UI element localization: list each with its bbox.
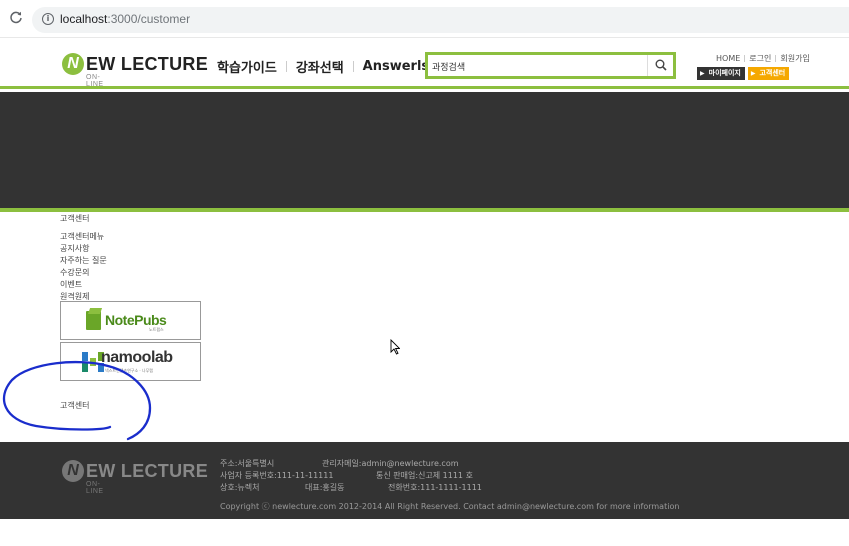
- footer-logo-text: EW LECTURE: [86, 461, 208, 481]
- arrow-right-icon: ▶: [700, 70, 705, 77]
- footer-copyright: Copyright ⓒ newlecture.com 2012-2014 All…: [220, 502, 680, 511]
- notepubs-text: NotePubs: [105, 312, 167, 328]
- footer-address: 주소:서울특별시: [220, 459, 275, 468]
- search-input[interactable]: [432, 58, 647, 74]
- menu-item-faq[interactable]: 자주하는 질문: [60, 255, 107, 267]
- footer-logo-n-icon: N: [62, 460, 84, 482]
- namoolab-banner[interactable]: namoolab 넥스트컨텐츠연구소 · 나무랩: [60, 342, 201, 381]
- customer-center-label: 고객센터: [759, 69, 786, 77]
- logo-text: EW LECTURE: [86, 54, 208, 74]
- nav-divider: [285, 61, 287, 72]
- quick-buttons: ▶ 마이페이지 ▶ 고객센터: [697, 67, 790, 80]
- footer-ceo: 대표:홍길동: [305, 483, 345, 492]
- browser-toolbar: i localhost:3000/customer: [0, 0, 849, 38]
- search-box: [425, 52, 676, 79]
- page-bottom: [0, 519, 849, 546]
- footer-phone: 전화번호:111-1111-1111: [388, 483, 482, 492]
- footer-biz-number: 사업자 등록번호:111-11-11111: [220, 471, 334, 480]
- menu-item-inquiry[interactable]: 수강문의: [60, 267, 107, 279]
- mouse-cursor-icon: [390, 339, 400, 355]
- logo-subtitle: ON-LINE: [86, 74, 104, 88]
- footer-company: 상호:뉴렉처: [220, 483, 260, 492]
- arrow-right-icon: ▶: [750, 70, 756, 77]
- page-title: 고객센터: [60, 214, 90, 223]
- nav-divider: [352, 61, 354, 72]
- nav-course-select[interactable]: 강좌선택: [296, 57, 344, 76]
- main-nav: 학습가이드 강좌선택 Answerls: [217, 57, 429, 76]
- footer-admin-email: 관리자메일:admin@newlecture.com: [322, 459, 459, 468]
- site-footer: N EW LECTURE ON-LINE 주소:서울특별시 관리자메일:admi…: [0, 442, 849, 519]
- link-divider: [744, 55, 746, 62]
- logo-n-icon: N: [62, 53, 84, 75]
- search-button[interactable]: [647, 55, 673, 76]
- top-links: HOME 로그인 회원가입: [716, 53, 810, 64]
- namoolab-text: namoolab: [101, 349, 173, 366]
- nav-answers[interactable]: Answerls: [363, 59, 430, 74]
- menu-heading: 고객센터메뉴: [60, 232, 105, 241]
- section-title: 고객센터: [60, 401, 90, 410]
- notepubs-subtitle: 노트펍스: [149, 327, 164, 332]
- url-text[interactable]: localhost:3000/customer: [60, 12, 190, 26]
- mypage-button[interactable]: ▶ 마이페이지: [697, 67, 745, 80]
- site-header: N EW LECTURE ON-LINE 학습가이드 강좌선택 Answerls…: [0, 38, 849, 89]
- footer-logo-subtitle: ON-LINE: [86, 481, 104, 495]
- nav-study-guide[interactable]: 학습가이드: [217, 57, 277, 76]
- notepubs-logo-icon: [86, 311, 101, 330]
- info-icon[interactable]: i: [42, 13, 54, 25]
- signup-link[interactable]: 회원가입: [780, 53, 809, 64]
- aside-menu: 고객센터메뉴 공지사항 자주하는 질문 수강문의 이벤트 원격원제: [60, 231, 107, 303]
- footer-mail-order: 통신 판매업:신고제 1111 호: [376, 471, 473, 480]
- visual-banner: [0, 92, 849, 208]
- search-icon: [655, 59, 667, 71]
- customer-center-button[interactable]: ▶ 고객센터: [747, 67, 790, 80]
- namoolab-subtitle: 넥스트컨텐츠연구소 · 나무랩: [105, 368, 153, 373]
- banner-divider: [0, 208, 849, 212]
- notepubs-banner[interactable]: NotePubs 노트펍스: [60, 301, 201, 340]
- mypage-label: 마이페이지: [708, 69, 741, 77]
- address-bar[interactable]: i localhost:3000/customer: [32, 7, 849, 33]
- reload-icon[interactable]: [9, 11, 23, 25]
- link-divider: [775, 55, 777, 62]
- menu-item-notice[interactable]: 공지사항: [60, 243, 107, 255]
- login-link[interactable]: 로그인: [749, 53, 771, 64]
- menu-item-event[interactable]: 이벤트: [60, 279, 107, 291]
- home-link[interactable]: HOME: [716, 54, 740, 63]
